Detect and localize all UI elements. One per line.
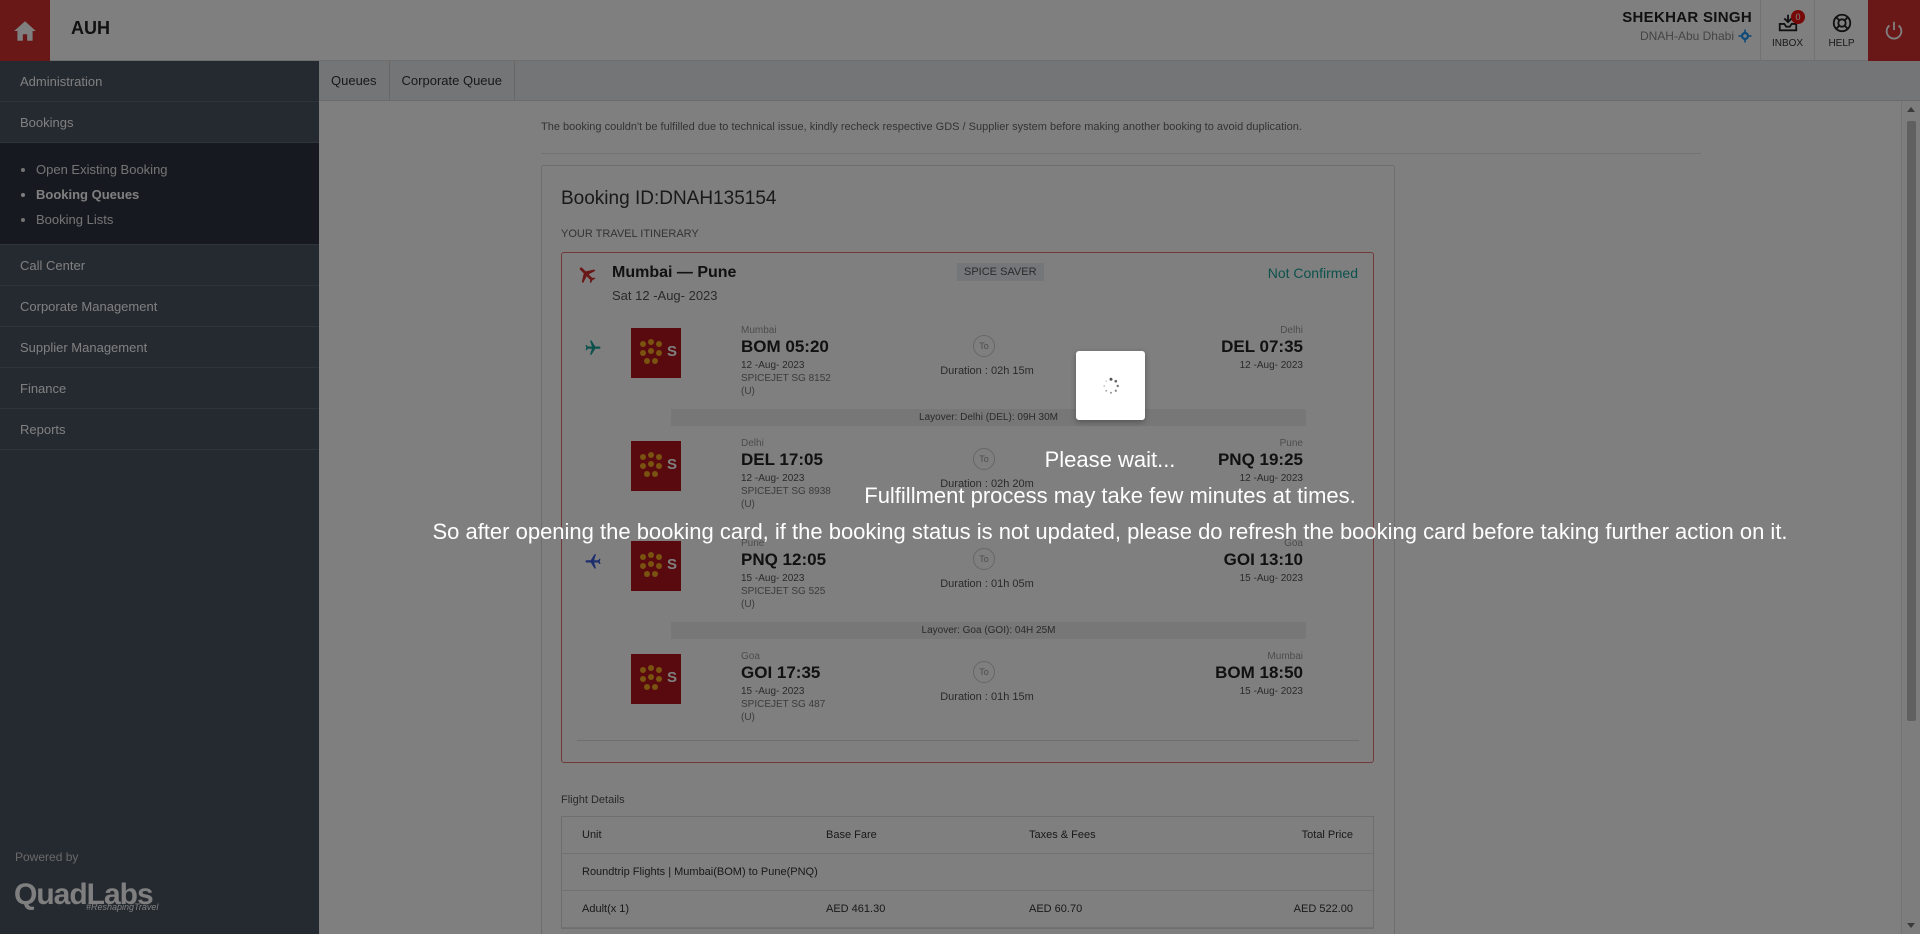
fulfillment-message: Fulfillment process may take few minutes… xyxy=(864,483,1356,508)
loading-spinner xyxy=(1076,351,1145,420)
loading-overlay: Please wait... Fulfillment process may t… xyxy=(0,0,1920,934)
please-wait-text: Please wait... xyxy=(1044,447,1176,472)
spinner-icon xyxy=(1102,377,1119,394)
refresh-instruction: So after opening the booking card, if th… xyxy=(432,519,1788,544)
